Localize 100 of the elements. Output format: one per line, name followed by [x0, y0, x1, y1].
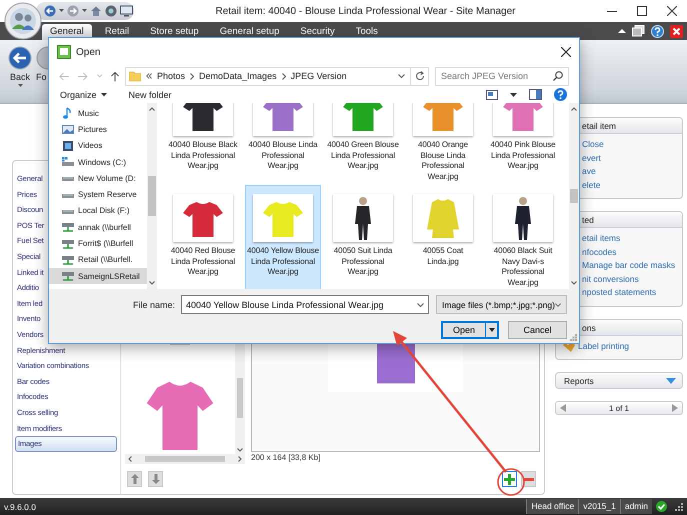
- help-icon[interactable]: [554, 88, 567, 101]
- windows-icon[interactable]: [632, 25, 645, 37]
- help-icon[interactable]: [651, 24, 664, 38]
- file-item[interactable]: 40040 Blouse Black Linda Professional Wear.jpg: [165, 103, 241, 185]
- caret-icon[interactable]: [82, 9, 87, 13]
- organize-menu[interactable]: Organize: [60, 90, 107, 100]
- file-name: 40040 Red Blouse Linda Professional Wear.jpg: [170, 246, 236, 278]
- up-arrow-icon[interactable]: [110, 70, 119, 82]
- chevron-down-icon[interactable]: [398, 74, 405, 78]
- file-item[interactable]: 40040 Yellow Blouse Linda Professional Wear.jpg: [245, 185, 321, 289]
- move-down-button[interactable]: [148, 471, 163, 487]
- task-link[interactable]: nfocodes: [582, 246, 682, 259]
- tab[interactable]: Retail: [96, 24, 138, 40]
- double-chevron-icon[interactable]: [146, 73, 152, 79]
- item-label: Music: [78, 108, 99, 118]
- chevron-right-icon[interactable]: [190, 72, 194, 80]
- add-image-button[interactable]: [502, 471, 517, 487]
- open-button[interactable]: Open: [441, 321, 499, 339]
- breadcrumb-link[interactable]: Photos: [157, 71, 186, 81]
- close-icon[interactable]: [561, 47, 571, 57]
- resize-grip-icon[interactable]: [675, 502, 683, 510]
- close-icon[interactable]: [667, 6, 677, 16]
- scroll-up-icon[interactable]: [149, 107, 155, 111]
- navigation-item[interactable]: Music: [49, 105, 147, 122]
- task-link[interactable]: nit conversions: [582, 272, 682, 286]
- task-link[interactable]: Manage bar code masks: [582, 259, 682, 272]
- tab[interactable]: Security: [292, 24, 343, 40]
- scroll-thumb[interactable]: [148, 176, 156, 216]
- chevron-down-icon: [417, 302, 424, 306]
- file-item[interactable]: 40050 Suit Linda Professional Wear.jpg: [325, 185, 401, 289]
- navigation-item[interactable]: Retail (\\Burfell.: [49, 252, 147, 268]
- file-item[interactable]: 40040 Orange Blouse Linda Professional Wear.jpg: [405, 103, 481, 185]
- task-link[interactable]: etail items: [582, 232, 682, 246]
- caret-icon: [100, 92, 107, 96]
- navigation-item[interactable]: Pictures: [49, 121, 147, 138]
- task-link[interactable]: Close: [582, 138, 682, 152]
- monitor-icon[interactable]: [120, 5, 133, 17]
- collapse-caret-icon[interactable]: [618, 28, 626, 34]
- scroll-thumb[interactable]: [237, 378, 243, 418]
- navigation-item[interactable]: New Volume (D:: [49, 170, 147, 186]
- tab[interactable]: Store setup: [142, 24, 207, 40]
- navigation-item[interactable]: SameignLSRetail: [49, 268, 147, 284]
- task-link[interactable]: elete: [582, 178, 682, 192]
- navigation-item[interactable]: Local Disk (F:): [49, 202, 147, 220]
- check-icon: [656, 501, 667, 512]
- previous-page-icon[interactable]: [560, 404, 566, 412]
- file-type-dropdown[interactable]: Image files (*.bmp;*.jpg;*.png): [436, 295, 567, 314]
- navigation-item[interactable]: Videos: [49, 138, 147, 154]
- task-link[interactable]: ave: [582, 165, 682, 178]
- scroll-left-icon[interactable]: [128, 456, 132, 462]
- resize-grip-icon[interactable]: [570, 334, 577, 341]
- caret-icon[interactable]: [59, 9, 64, 13]
- address-bar[interactable]: Photos DemoData_Images JPEG Version: [125, 66, 429, 86]
- search-field[interactable]: Search JPEG Version: [435, 66, 569, 86]
- chevron-right-icon[interactable]: [282, 72, 286, 80]
- scroll-thumb[interactable]: [570, 189, 578, 203]
- dropdown-label: Reports: [564, 376, 594, 386]
- preview-pane-icon[interactable]: [529, 89, 542, 100]
- scroll-down-icon[interactable]: [571, 281, 577, 285]
- task-link[interactable]: nposted statements: [582, 286, 682, 300]
- scroll-thumb[interactable]: [145, 456, 225, 462]
- tab[interactable]: General setup: [212, 24, 288, 40]
- task-link[interactable]: evert: [582, 152, 682, 165]
- globe-icon[interactable]: [105, 5, 117, 17]
- reports-dropdown[interactable]: Reports: [555, 372, 683, 389]
- scroll-down-icon[interactable]: [237, 448, 243, 452]
- navigation-item[interactable]: Windows (C:): [49, 154, 147, 170]
- navigation-item[interactable]: Forrit$ (\\Burfell: [49, 235, 147, 252]
- house-icon[interactable]: [90, 5, 102, 17]
- close-icon[interactable]: [670, 24, 683, 38]
- breadcrumb-link[interactable]: JPEG Version: [290, 71, 347, 81]
- new-folder-button[interactable]: New folder: [128, 90, 172, 100]
- breadcrumb-link[interactable]: DemoData_Images: [199, 71, 277, 81]
- item-label: System Reserve: [78, 190, 137, 200]
- file-item[interactable]: 40040 Red Blouse Linda Professional Wear.jpg: [165, 185, 241, 289]
- scroll-up-icon[interactable]: [571, 107, 577, 111]
- navigation-item[interactable]: System Reserve: [49, 186, 147, 203]
- file-name: 40040 Yellow Blouse Linda Professional Wear.jpg: [246, 246, 320, 278]
- remove-image-button[interactable]: [521, 471, 536, 487]
- refresh-icon[interactable]: [414, 71, 424, 81]
- file-name-label: File name:: [133, 300, 176, 310]
- item-label: Pictures: [78, 124, 107, 134]
- status-field: admin: [620, 499, 652, 514]
- file-item[interactable]: 40055 Coat Linda.jpg: [405, 185, 481, 289]
- scroll-right-icon[interactable]: [238, 456, 242, 462]
- maximize-icon[interactable]: [637, 6, 647, 16]
- forward-button[interactable]: Fo: [36, 46, 48, 103]
- cancel-button[interactable]: Cancel: [508, 321, 567, 339]
- navigation-item[interactable]: annak (\\burfell: [49, 219, 147, 236]
- scroll-down-icon[interactable]: [149, 281, 155, 285]
- file-item[interactable]: 40040 Blouse Linda Professional Wear.jpg: [245, 103, 321, 185]
- next-page-icon[interactable]: [672, 404, 678, 412]
- file-name-field[interactable]: 40040 Yellow Blouse Linda Professional Wear.jpg: [181, 295, 429, 314]
- file-item[interactable]: 40040 Green Blouse Linda Professional Wear.jpg: [325, 103, 401, 185]
- back-arrow-icon[interactable]: [44, 5, 56, 17]
- caret-icon[interactable]: [510, 92, 517, 96]
- move-up-button[interactable]: [127, 471, 142, 487]
- tab[interactable]: Tools: [348, 24, 386, 40]
- back-button[interactable]: Back: [6, 46, 34, 103]
- view-options-icon[interactable]: [486, 90, 498, 100]
